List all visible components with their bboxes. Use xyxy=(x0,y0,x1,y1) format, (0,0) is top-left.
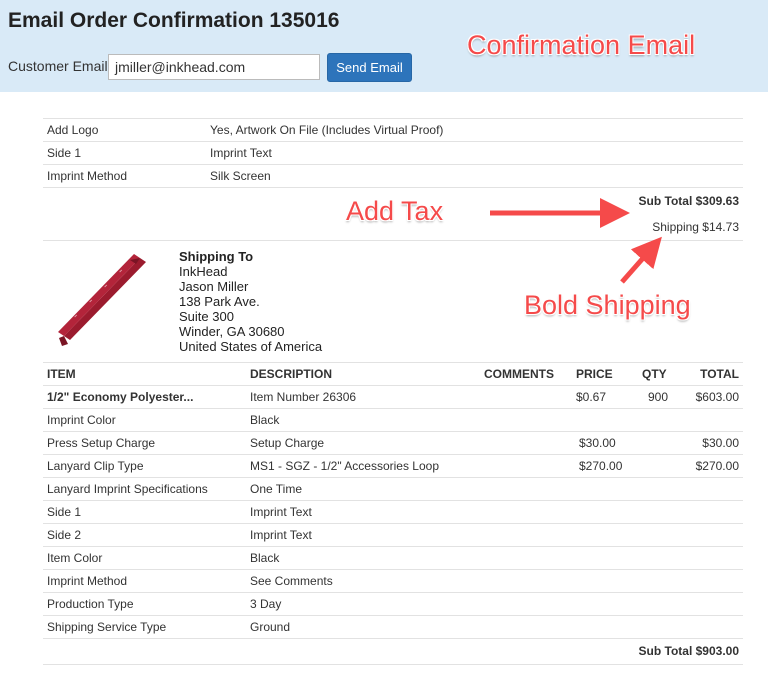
subtotal-top: Sub Total $309.63 xyxy=(638,194,739,208)
lanyard-product-image xyxy=(58,254,146,346)
option-value: Silk Screen xyxy=(210,169,271,183)
item-total: $603.00 xyxy=(695,390,739,404)
col-price-header: PRICE xyxy=(576,367,613,381)
address-line: Winder, GA 30680 xyxy=(179,324,285,339)
item-description: See Comments xyxy=(250,574,333,588)
shipping-heading: Shipping To xyxy=(179,249,254,264)
col-description-header: DESCRIPTION xyxy=(250,367,333,381)
divider xyxy=(43,141,743,142)
item-total: $270.00 xyxy=(695,459,739,473)
item-description: MS1 - SGZ - 1/2" Accessories Loop xyxy=(250,459,439,473)
address-line: United States of America xyxy=(179,339,323,354)
item-total: $30.00 xyxy=(702,436,739,450)
divider xyxy=(43,477,743,478)
item-price: $0.67 xyxy=(576,390,607,404)
item-name: Item Color xyxy=(47,551,103,565)
item-description: Black xyxy=(250,413,280,427)
col-qty-header: QTY xyxy=(642,367,667,381)
col-comments-header: COMMENTS xyxy=(484,367,554,381)
cut-off-row xyxy=(47,96,50,104)
item-description: Imprint Text xyxy=(250,528,312,542)
divider xyxy=(43,187,743,188)
option-label: Imprint Method xyxy=(47,169,128,183)
divider xyxy=(43,362,743,363)
item-qty: 900 xyxy=(647,390,668,404)
divider xyxy=(43,118,743,119)
address-line: InkHead xyxy=(179,264,228,279)
item-price: $30.00 xyxy=(579,436,616,450)
divider xyxy=(43,664,743,665)
customer-email-label: Customer Email: xyxy=(8,58,112,74)
divider xyxy=(43,523,743,524)
item-name: Imprint Method xyxy=(47,574,128,588)
annotation-bold-shipping: Bold Shipping xyxy=(524,290,691,320)
divider xyxy=(43,408,743,409)
option-label: Add Logo xyxy=(47,123,99,137)
shipping-amount: Shipping $14.73 xyxy=(652,220,739,234)
item-name: Side 2 xyxy=(47,528,82,542)
divider xyxy=(43,500,743,501)
item-description: Ground xyxy=(250,620,291,634)
divider xyxy=(43,385,743,386)
send-email-button[interactable]: Send Email xyxy=(327,53,412,82)
address-line: Jason Miller xyxy=(179,279,249,294)
item-description: Setup Charge xyxy=(250,436,325,450)
item-name: Side 1 xyxy=(47,505,82,519)
shipping-address: Shipping To InkHead Jason Miller 138 Par… xyxy=(179,249,322,354)
annotation-add-tax: Add Tax xyxy=(346,196,444,226)
customer-email-input[interactable]: jmiller@inkhead.com xyxy=(108,54,320,80)
item-name: Imprint Color xyxy=(47,413,116,427)
page-title: Email Order Confirmation 135016 xyxy=(8,9,340,32)
item-description: Imprint Text xyxy=(250,505,312,519)
item-name: Lanyard Imprint Specifications xyxy=(47,482,208,496)
divider xyxy=(43,240,743,241)
option-label: Side 1 xyxy=(47,146,82,160)
subtotal-bottom: Sub Total $903.00 xyxy=(638,644,739,658)
item-name: Press Setup Charge xyxy=(47,436,156,450)
col-item-header: ITEM xyxy=(47,367,76,381)
annotation-confirmation-email: Confirmation Email xyxy=(467,30,696,60)
item-description: Item Number 26306 xyxy=(250,390,357,404)
item-description: Black xyxy=(250,551,280,565)
arrow-to-shipping xyxy=(620,236,662,284)
item-name: Production Type xyxy=(47,597,134,611)
address-line: 138 Park Ave. xyxy=(179,294,260,309)
option-value: Imprint Text xyxy=(210,146,272,160)
option-value: Yes, Artwork On File (Includes Virtual P… xyxy=(210,123,444,137)
item-price: $270.00 xyxy=(579,459,623,473)
divider xyxy=(43,431,743,432)
divider xyxy=(43,615,743,616)
divider xyxy=(43,638,743,639)
item-description: One Time xyxy=(250,482,303,496)
item-name: Lanyard Clip Type xyxy=(47,459,144,473)
divider xyxy=(43,454,743,455)
item-name: Shipping Service Type xyxy=(47,620,167,634)
divider xyxy=(43,546,743,547)
divider xyxy=(43,164,743,165)
col-total-header: TOTAL xyxy=(700,367,739,381)
item-description: 3 Day xyxy=(250,597,282,611)
address-line: Suite 300 xyxy=(179,309,234,324)
divider xyxy=(43,569,743,570)
item-name: 1/2" Economy Polyester... xyxy=(47,390,194,404)
divider xyxy=(43,592,743,593)
